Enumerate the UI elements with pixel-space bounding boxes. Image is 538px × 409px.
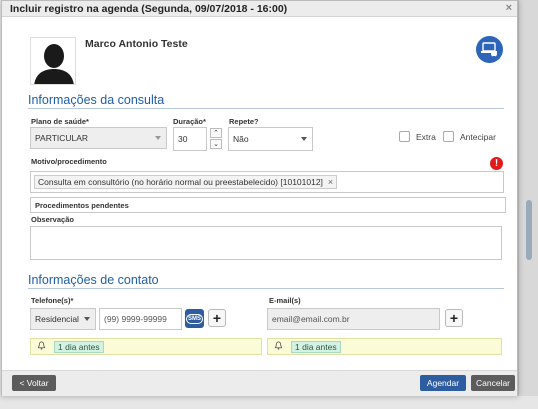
section-divider [28, 108, 504, 109]
extra-label: Extra [416, 131, 436, 142]
duracao-label: Duração* [173, 117, 206, 126]
schedule-button[interactable]: Agendar [420, 375, 466, 391]
sms-button[interactable]: SMS [185, 309, 204, 328]
email-reminder-tag: 1 dia antes [291, 340, 341, 353]
repete-select[interactable]: Não [228, 127, 313, 151]
plano-select[interactable]: PARTICULAR [30, 127, 167, 149]
procedimentos-pendentes-field[interactable]: Procedimentos pendentes [30, 197, 506, 213]
close-icon[interactable]: × [506, 2, 512, 14]
person-silhouette-icon [34, 44, 74, 84]
background-page-edge [518, 0, 538, 409]
back-button[interactable]: < Voltar [12, 375, 56, 391]
schedule-dialog: Incluir registro na agenda (Segunda, 09/… [1, 0, 518, 396]
email-label: E-mail(s) [269, 296, 301, 305]
telefone-tipo-value: Residencial [35, 314, 79, 324]
bell-icon [37, 341, 46, 352]
background-page-bottom [0, 396, 538, 409]
background-scrollbar[interactable] [526, 200, 532, 260]
telefone-label: Telefone(s)* [31, 296, 74, 305]
email-placeholder: email@email.com.br [272, 314, 350, 324]
phone-reminder-tag: 1 dia antes [54, 340, 104, 353]
antecipar-label: Antecipar [460, 131, 496, 142]
plano-label: Plano de saúde* [31, 117, 89, 126]
telefone-tipo-select[interactable]: Residencial [30, 308, 96, 330]
duracao-increment-button[interactable]: ⌃ [210, 128, 222, 138]
alert-icon: ! [490, 157, 503, 170]
plano-value: PARTICULAR [35, 133, 89, 143]
extra-option[interactable]: Extra [399, 131, 436, 142]
chevron-down-icon [84, 317, 90, 321]
dialog-header: Incluir registro na agenda (Segunda, 09/… [2, 1, 517, 17]
cancel-button[interactable]: Cancelar [471, 375, 515, 391]
motivo-tag-label: Consulta em consultório (no horário norm… [38, 177, 323, 187]
telefone-input[interactable]: (99) 9999-99999 [99, 308, 182, 330]
motivo-label: Motivo/procedimento [31, 157, 107, 166]
duracao-decrement-button[interactable]: ⌄ [210, 139, 222, 149]
bell-icon [274, 341, 283, 352]
patient-name: Marco Antonio Teste [85, 38, 188, 50]
section-title-contato: Informações de contato [28, 273, 159, 287]
sms-icon: SMS [185, 313, 203, 324]
observacao-textarea[interactable] [30, 226, 502, 260]
pendentes-label: Procedimentos pendentes [35, 200, 129, 210]
chevron-down-icon [301, 137, 307, 141]
email-input[interactable]: email@email.com.br [267, 308, 440, 330]
motivo-multiselect[interactable]: Consulta em consultório (no horário norm… [30, 171, 504, 193]
repete-label: Repete? [229, 117, 259, 126]
telemedicine-icon[interactable] [476, 36, 503, 63]
observacao-label: Observação [31, 215, 74, 224]
extra-checkbox[interactable] [399, 131, 410, 142]
motivo-tag: Consulta em consultório (no horário norm… [34, 175, 338, 189]
avatar [30, 37, 76, 85]
antecipar-checkbox[interactable] [443, 131, 454, 142]
duracao-input[interactable]: 30 [173, 127, 207, 151]
section-divider [28, 288, 504, 289]
section-title-consulta: Informações da consulta [28, 93, 165, 107]
telefone-placeholder: (99) 9999-99999 [104, 314, 167, 324]
dialog-title: Incluir registro na agenda (Segunda, 09/… [10, 3, 288, 15]
antecipar-option[interactable]: Antecipar [443, 131, 496, 142]
add-phone-button[interactable]: + [208, 309, 226, 327]
repete-value: Não [233, 134, 249, 144]
add-email-button[interactable]: + [445, 309, 463, 327]
phone-reminder[interactable]: 1 dia antes [30, 338, 262, 355]
duracao-value: 30 [178, 134, 188, 144]
tag-remove-icon[interactable]: × [328, 177, 333, 187]
chevron-down-icon [155, 136, 161, 140]
email-reminder[interactable]: 1 dia antes [267, 338, 502, 355]
